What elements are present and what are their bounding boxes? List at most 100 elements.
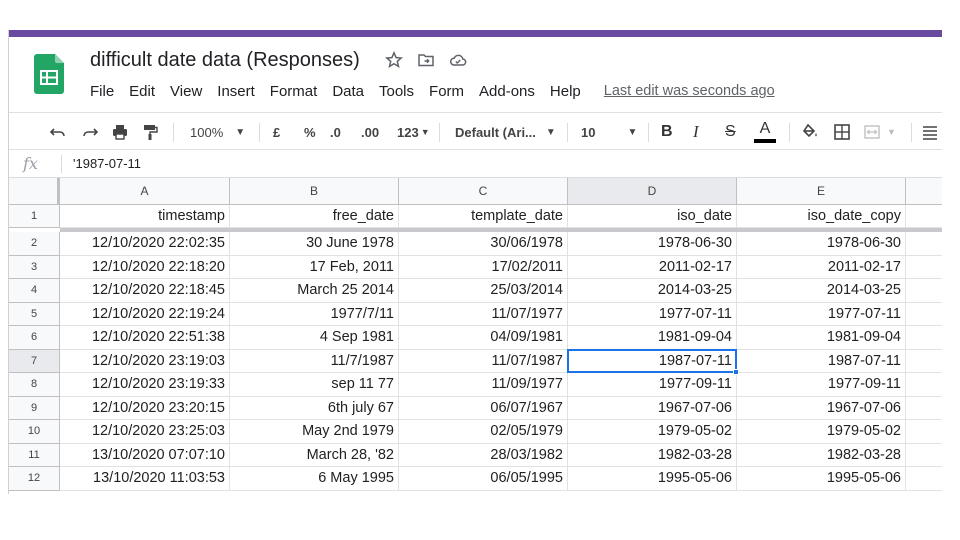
table-cell[interactable]: 6th july 67 xyxy=(230,396,399,420)
column-header-a[interactable]: A xyxy=(60,178,230,205)
table-cell[interactable]: 1978-06-30 xyxy=(737,232,906,256)
table-cell[interactable]: 02/05/1979 xyxy=(399,420,568,444)
table-cell[interactable]: 1982-03-28 xyxy=(568,443,737,467)
bold-button[interactable]: B xyxy=(661,113,673,151)
select-all-corner[interactable] xyxy=(9,178,60,205)
row-header-2[interactable]: 2 xyxy=(9,232,60,256)
column-header-c[interactable]: C xyxy=(399,178,568,205)
row-header-10[interactable]: 10 xyxy=(9,420,60,444)
table-cell[interactable]: 1981-09-04 xyxy=(568,326,737,350)
menu-tools[interactable]: Tools xyxy=(379,83,414,100)
table-cell[interactable]: 11/07/1987 xyxy=(399,349,568,373)
table-cell[interactable]: 13/10/2020 07:07:10 xyxy=(60,443,230,467)
table-cell[interactable] xyxy=(906,279,942,303)
font-size-select[interactable]: 10 ▼ xyxy=(581,113,637,151)
table-cell[interactable]: 6 May 1995 xyxy=(230,467,399,491)
table-cell[interactable]: 1977-09-11 xyxy=(737,373,906,397)
formula-input[interactable]: '1987-07-11 xyxy=(73,156,141,171)
strikethrough-button[interactable]: S xyxy=(725,113,736,151)
row-header-4[interactable]: 4 xyxy=(9,279,60,303)
move-to-folder-icon[interactable] xyxy=(417,51,435,69)
table-cell[interactable] xyxy=(906,326,942,350)
google-sheets-icon[interactable] xyxy=(34,54,64,94)
table-cell[interactable]: 1982-03-28 xyxy=(737,443,906,467)
table-cell[interactable] xyxy=(906,303,942,326)
column-header-e[interactable]: E xyxy=(737,178,906,205)
table-cell[interactable]: 1995-05-06 xyxy=(568,467,737,491)
menu-format[interactable]: Format xyxy=(270,83,318,100)
table-cell[interactable]: 1977-09-11 xyxy=(568,373,737,397)
table-cell[interactable]: 1979-05-02 xyxy=(737,420,906,444)
table-cell[interactable]: sep 11 77 xyxy=(230,373,399,397)
row-header-9[interactable]: 9 xyxy=(9,396,60,420)
italic-button[interactable]: I xyxy=(693,113,699,151)
table-cell[interactable]: 12/10/2020 23:25:03 xyxy=(60,420,230,444)
table-cell[interactable]: 2011-02-17 xyxy=(568,255,737,279)
table-cell[interactable]: 12/10/2020 22:18:20 xyxy=(60,255,230,279)
column-header-d[interactable]: D xyxy=(568,178,737,205)
table-cell[interactable]: 1987-07-11 xyxy=(568,349,737,373)
table-cell[interactable] xyxy=(906,350,942,373)
table-cell[interactable]: 17/02/2011 xyxy=(399,255,568,279)
table-cell[interactable]: 25/03/2014 xyxy=(399,279,568,303)
table-cell[interactable]: 1987-07-11 xyxy=(737,349,906,373)
header-cell[interactable]: iso_date_copy xyxy=(737,205,906,228)
table-cell[interactable]: 2014-03-25 xyxy=(568,279,737,303)
decrease-decimal-button[interactable]: .0 xyxy=(330,113,341,151)
table-cell[interactable]: 12/10/2020 22:19:24 xyxy=(60,302,230,326)
table-cell[interactable]: 4 Sep 1981 xyxy=(230,326,399,350)
column-header-next[interactable] xyxy=(906,178,942,205)
table-cell[interactable]: 1967-07-06 xyxy=(737,396,906,420)
table-cell[interactable]: 1978-06-30 xyxy=(568,232,737,256)
table-cell[interactable] xyxy=(906,232,942,256)
table-cell[interactable] xyxy=(906,397,942,420)
menu-help[interactable]: Help xyxy=(550,83,581,100)
table-cell[interactable] xyxy=(906,373,942,397)
menu-data[interactable]: Data xyxy=(332,83,364,100)
table-cell[interactable]: March 28, '82 xyxy=(230,443,399,467)
table-cell[interactable]: March 25 2014 xyxy=(230,279,399,303)
menu-insert[interactable]: Insert xyxy=(217,83,255,100)
increase-decimal-button[interactable]: .00 xyxy=(361,113,379,151)
column-header-b[interactable]: B xyxy=(230,178,399,205)
row-header-3[interactable]: 3 xyxy=(9,255,60,279)
format-currency-button[interactable]: £ xyxy=(273,113,280,151)
table-cell[interactable] xyxy=(906,205,942,228)
redo-icon[interactable] xyxy=(81,113,99,151)
menu-view[interactable]: View xyxy=(170,83,202,100)
table-cell[interactable]: 1981-09-04 xyxy=(737,326,906,350)
table-cell[interactable]: 06/05/1995 xyxy=(399,467,568,491)
table-cell[interactable]: 12/10/2020 22:51:38 xyxy=(60,326,230,350)
table-cell[interactable]: 2014-03-25 xyxy=(737,279,906,303)
fill-handle[interactable] xyxy=(733,369,739,375)
table-cell[interactable]: 11/09/1977 xyxy=(399,373,568,397)
zoom-select[interactable]: 100% ▼ xyxy=(190,113,245,151)
row-header-11[interactable]: 11 xyxy=(9,443,60,467)
header-cell[interactable]: free_date xyxy=(230,205,399,228)
table-cell[interactable]: 04/09/1981 xyxy=(399,326,568,350)
star-icon[interactable] xyxy=(384,50,404,69)
row-header-12[interactable]: 12 xyxy=(9,467,60,491)
table-cell[interactable]: 1995-05-06 xyxy=(737,467,906,491)
text-color-button[interactable]: A xyxy=(754,113,776,151)
undo-icon[interactable] xyxy=(49,113,67,151)
table-cell[interactable] xyxy=(906,444,942,467)
table-cell[interactable] xyxy=(906,420,942,444)
more-formats-button[interactable]: 123 ▼ xyxy=(397,113,430,151)
fill-color-icon[interactable] xyxy=(801,113,819,151)
table-cell[interactable]: 30 June 1978 xyxy=(230,232,399,256)
row-header-6[interactable]: 6 xyxy=(9,326,60,350)
menu-file[interactable]: File xyxy=(90,83,114,100)
header-cell[interactable]: timestamp xyxy=(60,205,230,228)
table-cell[interactable]: 17 Feb, 2011 xyxy=(230,255,399,279)
print-icon[interactable] xyxy=(111,113,129,151)
table-cell[interactable]: 12/10/2020 23:20:15 xyxy=(60,396,230,420)
header-cell[interactable]: template_date xyxy=(399,205,568,228)
table-cell[interactable]: 28/03/1982 xyxy=(399,443,568,467)
table-cell[interactable]: 1977-07-11 xyxy=(737,302,906,326)
table-cell[interactable]: 06/07/1967 xyxy=(399,396,568,420)
table-cell[interactable]: 11/07/1977 xyxy=(399,302,568,326)
table-cell[interactable]: 13/10/2020 11:03:53 xyxy=(60,467,230,491)
font-family-select[interactable]: Default (Ari... ▼ xyxy=(455,113,556,151)
row-header-1[interactable]: 1 xyxy=(9,205,60,228)
